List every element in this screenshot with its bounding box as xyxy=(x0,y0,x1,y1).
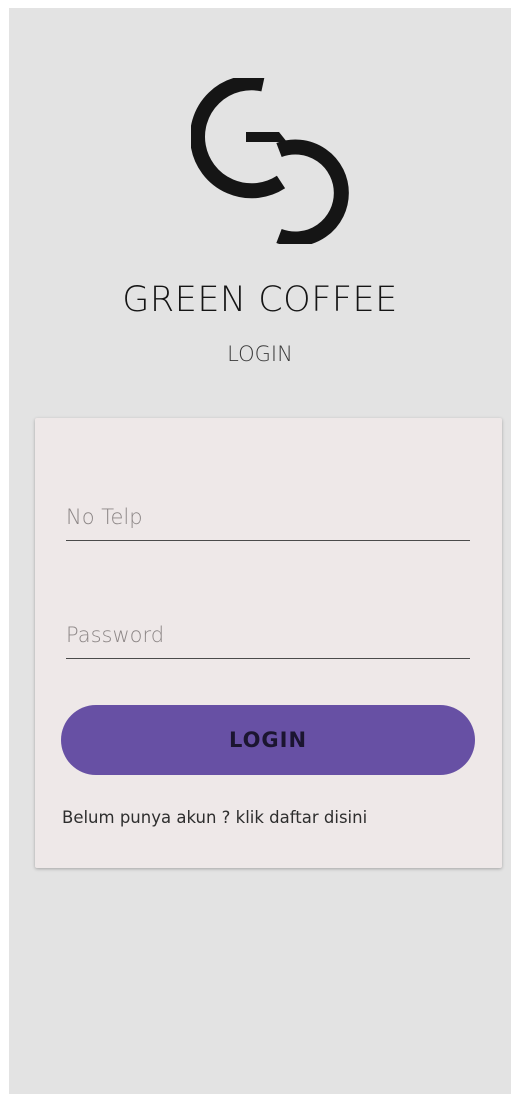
phone-field[interactable] xyxy=(66,494,470,541)
app-title: GREEN COFFEE xyxy=(122,280,398,320)
login-screen: GREEN COFFEE LOGIN LOGIN Belum punya aku… xyxy=(9,8,511,1094)
login-card: LOGIN Belum punya akun ? klik daftar dis… xyxy=(35,418,502,868)
register-link[interactable]: Belum punya akun ? klik daftar disini xyxy=(62,808,367,827)
page-subtitle: LOGIN xyxy=(227,342,293,366)
gc-monogram-icon xyxy=(191,78,349,244)
phone-input[interactable] xyxy=(66,494,470,540)
login-button[interactable]: LOGIN xyxy=(61,705,475,775)
password-field[interactable] xyxy=(66,612,470,659)
password-input[interactable] xyxy=(66,612,470,658)
